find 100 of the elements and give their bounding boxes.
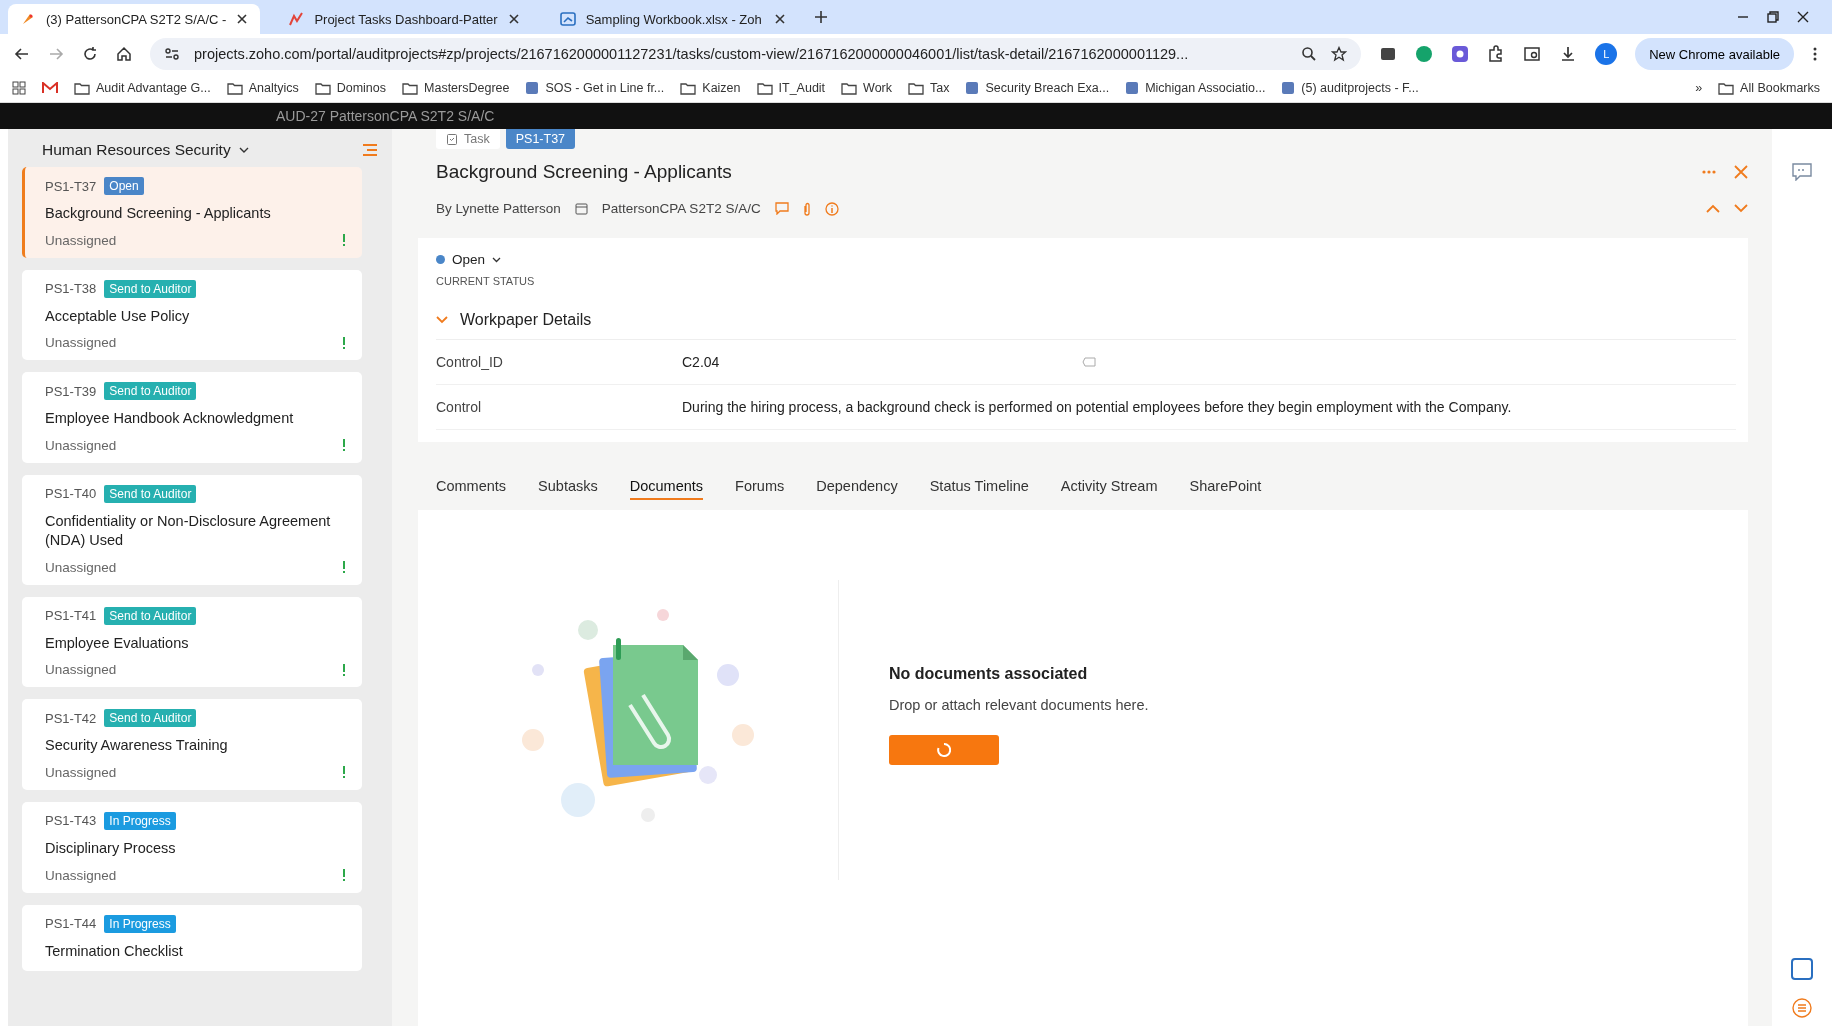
detail-tab[interactable]: Documents: [629, 478, 704, 500]
task-title: Employee Evaluations: [45, 633, 190, 653]
task-card[interactable]: PS1-T44 In Progress Termination Checklist: [22, 904, 362, 972]
bookmark[interactable]: Work: [841, 81, 893, 95]
priority-icon: [342, 663, 346, 676]
detail-tab[interactable]: Status Timeline: [929, 478, 1029, 500]
detail-tab[interactable]: Comments: [436, 478, 507, 500]
menu-circle-icon[interactable]: [1792, 998, 1812, 1018]
mail-icon[interactable]: [42, 82, 58, 94]
project-link[interactable]: PattersonCPA S2T2 S/A/C: [601, 201, 761, 216]
bookmark[interactable]: Kaizen: [680, 81, 741, 95]
info-icon[interactable]: [824, 201, 839, 216]
bookmark[interactable]: Security Breach Exa...: [965, 81, 1110, 95]
page-title: AUD-27 PattersonCPA S2T2 S/A/C: [276, 108, 495, 124]
detail-tab[interactable]: Activity Stream: [1060, 478, 1158, 500]
section-toggle[interactable]: Workpaper Details: [436, 311, 1736, 340]
site-icon: [1281, 81, 1296, 95]
bookmark[interactable]: Tax: [908, 81, 950, 95]
menu-icon[interactable]: [1812, 46, 1818, 62]
zoom-icon[interactable]: [1301, 46, 1318, 62]
assignee-text: Unassigned: [45, 335, 117, 351]
more-icon[interactable]: [1702, 170, 1716, 174]
bookmark[interactable]: Dominos: [314, 81, 387, 95]
field-value[interactable]: C2.04: [682, 354, 1082, 370]
task-id: PS1-T42: [45, 710, 97, 726]
home-icon[interactable]: [116, 46, 132, 62]
task-card[interactable]: PS1-T40 Send to Auditor Confidentiality or Non-Disclosure Agreement (NDA) Used Unassigned: [22, 474, 362, 585]
chevron-up-icon[interactable]: [1706, 204, 1720, 213]
chat-icon[interactable]: [1792, 163, 1812, 181]
close-icon[interactable]: [773, 13, 786, 25]
star-icon[interactable]: [1331, 46, 1348, 62]
task-id: PS1-T37: [45, 178, 97, 194]
chevron-down-icon: [238, 146, 249, 154]
tab-title: (3) PattersonCPA S2T2 S/A/C -: [46, 11, 227, 27]
bookmark[interactable]: Michigan Associatio...: [1125, 81, 1266, 95]
task-card[interactable]: PS1-T37 Open Background Screening - Applicants Unassigned: [22, 167, 362, 258]
restore-icon[interactable]: [1766, 10, 1780, 24]
browser-tab[interactable]: Project Tasks Dashboard-Patter: [276, 4, 532, 34]
priority-icon: [342, 439, 346, 452]
empty-state-message: Drop or attach relevant documents here.: [889, 697, 1149, 713]
chevron-down-icon: [492, 256, 502, 263]
folder-icon: [1718, 81, 1735, 95]
profile-avatar[interactable]: L: [1595, 43, 1618, 65]
task-title: Security Awareness Training: [45, 736, 229, 756]
address-field[interactable]: projects.zoho.com/portal/auditprojects#zp/projects/2167162000001127231/tasks/custom-view/2167162000000046001/list/task-detail/2167162000001129...: [150, 38, 1362, 70]
status-dropdown[interactable]: Open: [436, 252, 1736, 267]
tab-search-icon[interactable]: [1523, 45, 1542, 63]
task-title: Background Screening - Applicants: [436, 161, 733, 183]
back-arrow-icon[interactable]: [14, 46, 30, 62]
browser-tab[interactable]: (3) PattersonCPA S2T2 S/A/C -: [8, 4, 261, 34]
bookmark[interactable]: (5) auditprojects - F...: [1281, 81, 1419, 95]
bookmark[interactable]: Analtyics: [226, 81, 299, 95]
task-card[interactable]: PS1-T43 In Progress Disciplinary Process Unassigned: [22, 801, 362, 893]
detail-tab[interactable]: Forums: [735, 478, 785, 500]
folder-icon: [908, 81, 925, 95]
status-badge: Send to Auditor: [104, 484, 197, 503]
status-dot: [436, 255, 445, 264]
task-card[interactable]: PS1-T38 Send to Auditor Acceptable Use Policy Unassigned: [22, 269, 362, 361]
site-icon: [1125, 81, 1140, 95]
status-badge: Open: [104, 177, 144, 195]
status-badge: Send to Auditor: [104, 279, 197, 298]
bookmark[interactable]: Audit Advantage G...: [74, 81, 211, 95]
browser-tab[interactable]: Sampling Workbook.xlsx - Zoh: [547, 4, 798, 34]
close-icon[interactable]: [236, 13, 249, 25]
task-title: Background Screening - Applicants: [45, 204, 272, 223]
task-card[interactable]: PS1-T42 Send to Auditor Security Awareness Training Unassigned: [22, 699, 362, 790]
chevron-icon: [436, 316, 448, 324]
status-badge: In Progress: [104, 914, 176, 933]
chevron-down-icon[interactable]: [1734, 204, 1748, 213]
assignee-text: Unassigned: [45, 437, 117, 453]
paperclip-icon[interactable]: [802, 201, 811, 216]
update-button[interactable]: New Chrome available: [1635, 38, 1794, 70]
folder-icon: [756, 81, 773, 95]
reload-icon[interactable]: [82, 46, 98, 62]
detail-tab[interactable]: Dependency: [816, 478, 898, 500]
site-icon: [965, 81, 980, 95]
bookmark[interactable]: SOS - Get in Line fr...: [525, 81, 665, 95]
bookmark[interactable]: MastersDegree: [402, 81, 510, 95]
section-dropdown[interactable]: Human Resources Security: [42, 141, 249, 159]
priority-icon: [342, 766, 346, 779]
assignee-text: Unassigned: [45, 232, 117, 248]
detail-tab[interactable]: Subtasks: [538, 478, 598, 500]
more-bookmarks-button[interactable]: »: [1695, 81, 1703, 95]
rocket-icon: [20, 11, 36, 27]
task-card[interactable]: PS1-T41 Send to Auditor Employee Evaluations Unassigned: [22, 596, 362, 688]
tab-title: Sampling Workbook.xlsx - Zoh: [585, 11, 763, 27]
detail-tab[interactable]: SharePoint: [1189, 478, 1262, 500]
task-title: Termination Checklist: [45, 941, 184, 961]
priority-icon: [342, 561, 346, 574]
apps-grid-icon[interactable]: [12, 81, 26, 95]
bookmark[interactable]: All Bookmarks: [1718, 81, 1820, 95]
close-icon[interactable]: [507, 13, 520, 25]
priority-icon: [342, 336, 346, 349]
site-settings-icon[interactable]: [164, 46, 180, 62]
field-value[interactable]: During the hiring process, a background check is performed on potential employees before they begin employment with the Company.: [682, 399, 1736, 415]
bookmark[interactable]: IT_Audit: [756, 81, 826, 95]
close-icon[interactable]: [1796, 10, 1810, 24]
new-tab-icon[interactable]: [813, 10, 828, 24]
task-card[interactable]: PS1-T39 Send to Auditor Employee Handbook Acknowledgment Unassigned: [22, 372, 362, 463]
task-id: PS1-T39: [45, 383, 97, 399]
